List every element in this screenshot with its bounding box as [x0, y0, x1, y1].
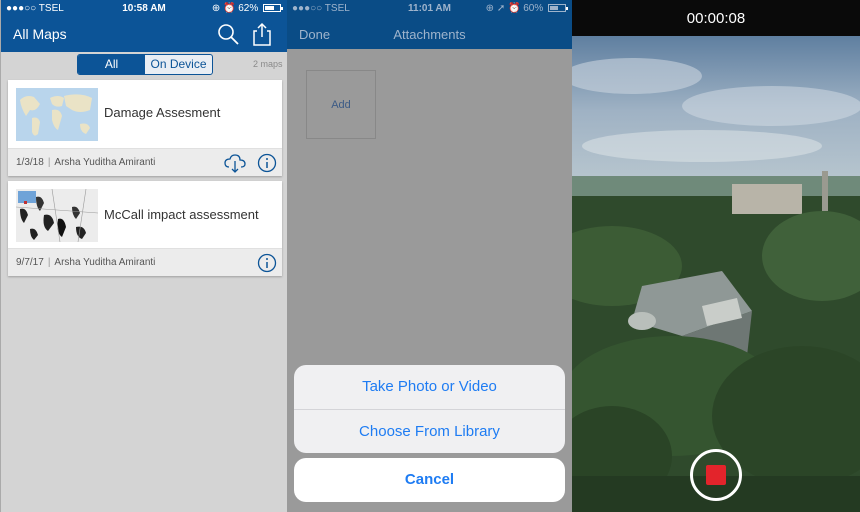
share-icon[interactable] [250, 22, 274, 46]
card-meta: 9/7/17 | Arsha Yuditha Amiranti [16, 257, 156, 268]
status-bar: ●●●○○ TSEL 11:01 AM ⊕ ➚ ⏰ 60% [287, 0, 572, 16]
filter-segmented-control: All On Device [77, 54, 213, 75]
take-photo-button[interactable]: Take Photo or Video [294, 365, 565, 409]
map-title: McCall impact assessment [104, 207, 259, 222]
map-title: Damage Assesment [104, 105, 221, 120]
card-footer: 9/7/17 | Arsha Yuditha Amiranti [8, 248, 282, 276]
location-alarm-icon: ⊕ ➚ ⏰ [485, 3, 521, 14]
all-maps-screen: ●●●○○ TSEL 10:58 AM ⊕ ⏰ 62% All Maps All… [0, 0, 287, 512]
maps-navbar: ●●●○○ TSEL 10:58 AM ⊕ ⏰ 62% All Maps [1, 0, 287, 52]
camera-viewfinder [572, 36, 860, 512]
card-meta: 1/3/18 | Arsha Yuditha Amiranti [16, 157, 156, 168]
status-right: ⊕ ➚ ⏰ 60% [485, 3, 568, 14]
cancel-button[interactable]: Cancel [294, 458, 565, 502]
map-date: 1/3/18 [16, 157, 44, 168]
map-card[interactable]: Damage Assesment 1/3/18 | Arsha Yuditha Am… [8, 80, 282, 176]
status-right: ⊕ ⏰ 62% [211, 3, 283, 14]
camera-top-bar: 00:00:08 [572, 0, 860, 36]
stop-icon [706, 465, 726, 485]
stop-record-button[interactable] [690, 449, 742, 501]
battery-icon [548, 4, 568, 12]
map-thumbnail[interactable] [16, 189, 98, 242]
map-thumbnail[interactable] [16, 88, 98, 141]
page-title: All Maps [13, 26, 67, 42]
cloud-download-icon[interactable] [224, 152, 246, 174]
lock-rotation-icon: ⊕ ⏰ [211, 3, 236, 14]
info-icon[interactable] [256, 152, 278, 174]
status-bar: ●●●○○ TSEL 10:58 AM ⊕ ⏰ 62% [1, 0, 287, 16]
search-icon[interactable] [216, 22, 240, 46]
map-card[interactable]: McCall impact assessment 9/7/17 | Arsha Yu… [8, 181, 282, 276]
add-label: Add [331, 99, 351, 111]
map-owner: Arsha Yuditha Amiranti [54, 157, 156, 168]
attachments-screen: ●●●○○ TSEL 11:01 AM ⊕ ➚ ⏰ 60% Done Attac… [287, 0, 572, 512]
recording-timer: 00:00:08 [686, 10, 746, 27]
add-attachment-button[interactable]: Add [306, 70, 376, 139]
filter-on-device[interactable]: On Device [145, 55, 212, 74]
camera-screen: 00:00:08 [572, 0, 860, 512]
battery-icon [263, 4, 283, 12]
filter-all[interactable]: All [78, 55, 145, 74]
map-count: 2 maps [253, 59, 283, 69]
choose-library-button[interactable]: Choose From Library [294, 409, 565, 453]
info-icon[interactable] [256, 252, 278, 274]
card-footer: 1/3/18 | Arsha Yuditha Amiranti [8, 148, 282, 176]
page-title: Attachments [393, 27, 466, 42]
attachments-navbar: ●●●○○ TSEL 11:01 AM ⊕ ➚ ⏰ 60% Done Attac… [287, 0, 572, 49]
map-owner: Arsha Yuditha Amiranti [54, 257, 156, 268]
action-sheet: Take Photo or Video Choose From Library [294, 365, 565, 453]
map-date: 9/7/17 [16, 257, 44, 268]
battery-percent: 60% [523, 3, 544, 14]
battery-percent: 62% [238, 3, 259, 14]
